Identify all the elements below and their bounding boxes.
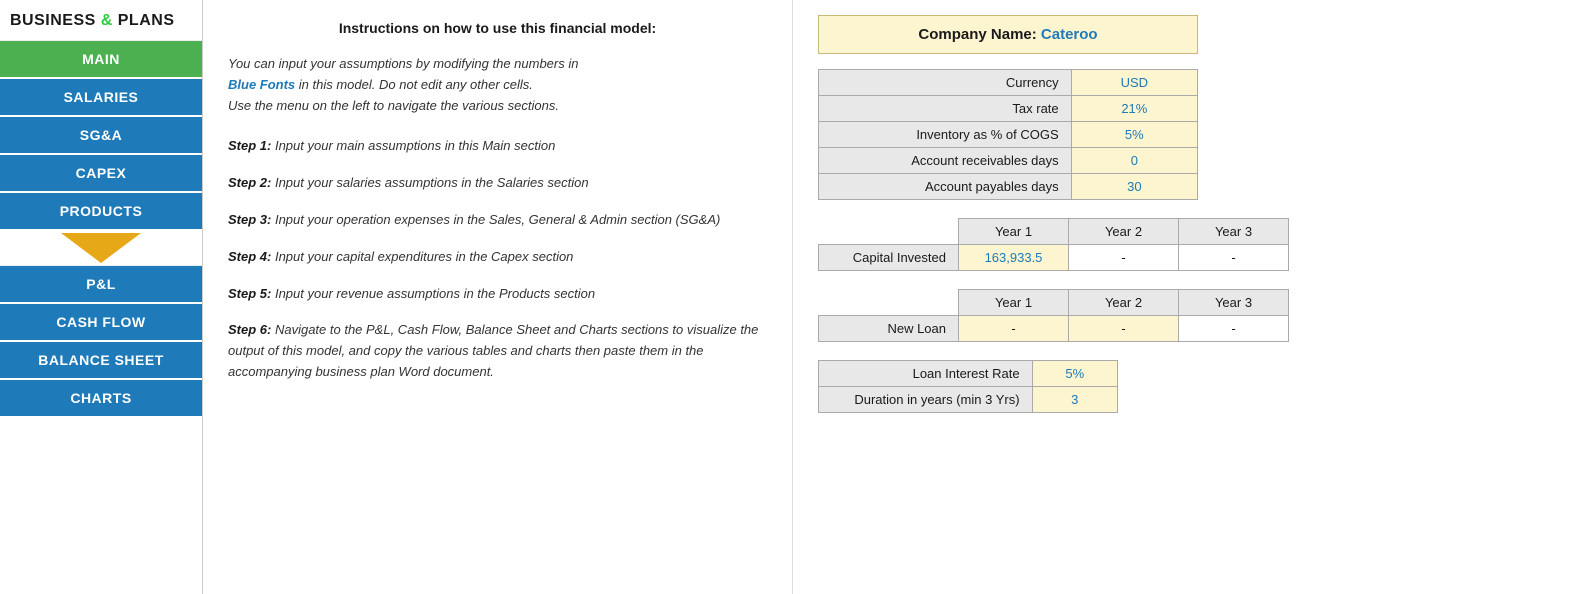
loan-year3-header: Year 3 <box>1179 290 1289 316</box>
step-3: Step 3: Input your operation expenses in… <box>228 210 767 231</box>
step-2: Step 2: Input your salaries assumptions … <box>228 173 767 194</box>
loan-interest-label: Loan Interest Rate <box>819 361 1033 387</box>
capital-year1-header: Year 1 <box>959 219 1069 245</box>
logo-text: BUSINESS & PLANS <box>10 12 174 29</box>
capital-year2-value[interactable]: - <box>1069 245 1179 271</box>
company-label: Company Name: <box>918 26 1036 43</box>
step-6-text: Navigate to the P&L, Cash Flow, Balance … <box>228 322 758 379</box>
company-name-box: Company Name: Cateroo <box>818 15 1198 54</box>
main-content: Instructions on how to use this financia… <box>203 0 1587 594</box>
instructions-title: Instructions on how to use this financia… <box>228 20 767 36</box>
instructions-panel: Instructions on how to use this financia… <box>203 0 793 594</box>
new-loan-label: New Loan <box>819 316 959 342</box>
table-row: Loan Interest Rate 5% <box>819 361 1118 387</box>
step-6: Step 6: Navigate to the P&L, Cash Flow, … <box>228 320 767 382</box>
currency-label: Currency <box>819 70 1072 96</box>
new-loan-year1[interactable]: - <box>959 316 1069 342</box>
step-2-text: Input your salaries assumptions in the S… <box>271 175 588 190</box>
table-row: Currency USD <box>819 70 1198 96</box>
loan-empty-header <box>819 290 959 316</box>
table-row: Account payables days 30 <box>819 174 1198 200</box>
step-1-text: Input your main assumptions in this Main… <box>271 138 555 153</box>
logo-text-before: BUSINESS <box>10 12 101 29</box>
table-row: Inventory as % of COGS 5% <box>819 122 1198 148</box>
step-5: Step 5: Input your revenue assumptions i… <box>228 284 767 305</box>
arrow-down-icon <box>61 233 141 263</box>
inventory-value[interactable]: 5% <box>1071 122 1197 148</box>
table-row: Tax rate 21% <box>819 96 1198 122</box>
loan-year1-header: Year 1 <box>959 290 1069 316</box>
loan-year2-header: Year 2 <box>1069 290 1179 316</box>
step-3-text: Input your operation expenses in the Sal… <box>271 212 720 227</box>
sidebar-item-balance[interactable]: BALANCE SHEET <box>0 342 202 380</box>
step-5-text: Input your revenue assumptions in the Pr… <box>271 286 595 301</box>
step-2-label: Step 2: <box>228 175 271 190</box>
intro-line1: You can input your assumptions by modify… <box>228 56 578 71</box>
capital-year1-value[interactable]: 163,933.5 <box>959 245 1069 271</box>
sidebar: BUSINESS & PLANS MAIN SALARIES SG&A CAPE… <box>0 0 203 594</box>
sidebar-item-products[interactable]: PRODUCTS <box>0 193 202 231</box>
tax-rate-value[interactable]: 21% <box>1071 96 1197 122</box>
sidebar-arrow-divider <box>0 231 202 266</box>
new-loan-year3[interactable]: - <box>1179 316 1289 342</box>
instructions-intro: You can input your assumptions by modify… <box>228 54 767 116</box>
step-1: Step 1: Input your main assumptions in t… <box>228 136 767 157</box>
capital-empty-header <box>819 219 959 245</box>
sidebar-item-capex[interactable]: CAPEX <box>0 155 202 193</box>
sidebar-item-main[interactable]: MAIN <box>0 41 202 79</box>
table-row: Account receivables days 0 <box>819 148 1198 174</box>
step-3-label: Step 3: <box>228 212 271 227</box>
sidebar-item-pl[interactable]: P&L <box>0 266 202 304</box>
table-row: Duration in years (min 3 Yrs) 3 <box>819 387 1118 413</box>
capital-invested-label: Capital Invested <box>819 245 959 271</box>
ar-days-value[interactable]: 0 <box>1071 148 1197 174</box>
step-4-text: Input your capital expenditures in the C… <box>271 249 573 264</box>
logo-text-after: PLANS <box>113 12 175 29</box>
new-loan-table: Year 1 Year 2 Year 3 New Loan - - - <box>818 289 1289 342</box>
tax-rate-label: Tax rate <box>819 96 1072 122</box>
sidebar-item-sga[interactable]: SG&A <box>0 117 202 155</box>
step-4-label: Step 4: <box>228 249 271 264</box>
new-loan-row: New Loan - - - <box>819 316 1289 342</box>
capital-year2-header: Year 2 <box>1069 219 1179 245</box>
sidebar-item-salaries[interactable]: SALARIES <box>0 79 202 117</box>
ap-days-label: Account payables days <box>819 174 1072 200</box>
step-6-label: Step 6: <box>228 322 271 337</box>
sidebar-item-charts[interactable]: CHARTS <box>0 380 202 418</box>
step-5-label: Step 5: <box>228 286 271 301</box>
intro-line3: Use the menu on the left to navigate the… <box>228 98 559 113</box>
settings-table: Currency USD Tax rate 21% Inventory as %… <box>818 69 1198 200</box>
logo-ampersand: & <box>101 12 113 29</box>
capital-invested-row: Capital Invested 163,933.5 - - <box>819 245 1289 271</box>
loan-interest-value[interactable]: 5% <box>1032 361 1117 387</box>
capital-year3-value[interactable]: - <box>1179 245 1289 271</box>
currency-value[interactable]: USD <box>1071 70 1197 96</box>
company-value: Cateroo <box>1041 26 1098 43</box>
intro-line2: in this model. Do not edit any other cel… <box>295 77 533 92</box>
capital-year3-header: Year 3 <box>1179 219 1289 245</box>
loan-settings-table: Loan Interest Rate 5% Duration in years … <box>818 360 1118 413</box>
capital-invested-table: Year 1 Year 2 Year 3 Capital Invested 16… <box>818 218 1289 271</box>
logo: BUSINESS & PLANS <box>0 0 202 41</box>
ar-days-label: Account receivables days <box>819 148 1072 174</box>
sidebar-item-cashflow[interactable]: CASH FLOW <box>0 304 202 342</box>
inventory-label: Inventory as % of COGS <box>819 122 1072 148</box>
loan-duration-value[interactable]: 3 <box>1032 387 1117 413</box>
step-1-label: Step 1: <box>228 138 271 153</box>
right-panel: Company Name: Cateroo Currency USD Tax r… <box>793 0 1587 594</box>
new-loan-year2[interactable]: - <box>1069 316 1179 342</box>
ap-days-value[interactable]: 30 <box>1071 174 1197 200</box>
loan-duration-label: Duration in years (min 3 Yrs) <box>819 387 1033 413</box>
intro-blue: Blue Fonts <box>228 77 295 92</box>
step-4: Step 4: Input your capital expenditures … <box>228 247 767 268</box>
